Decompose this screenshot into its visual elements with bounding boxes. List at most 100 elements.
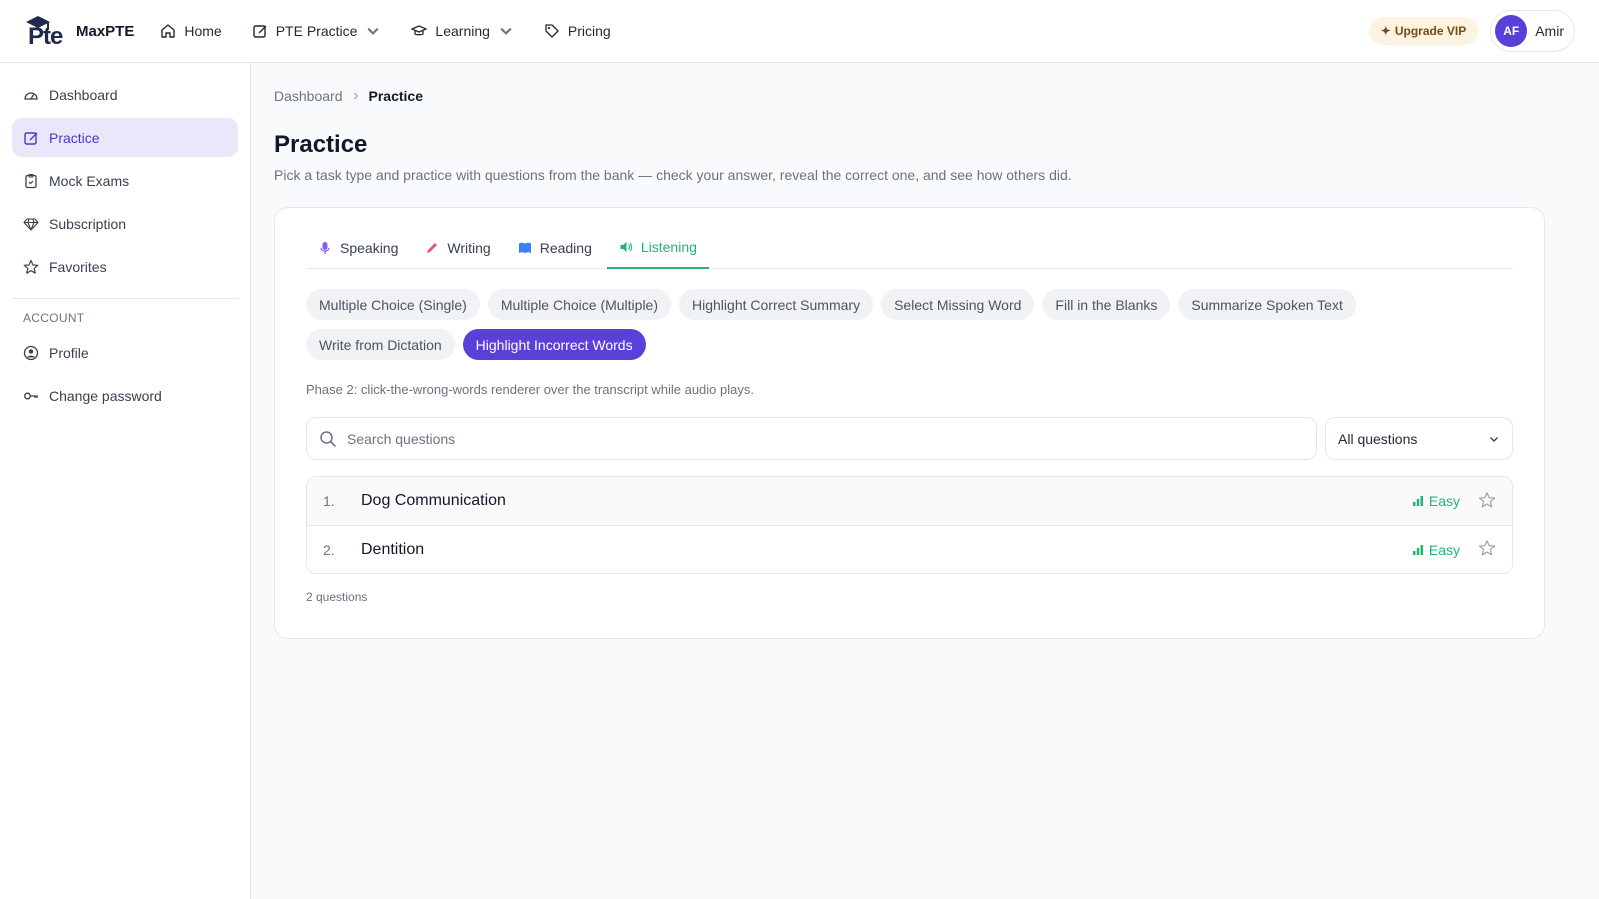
speaker-icon <box>620 241 632 252</box>
question-count: 2 questions <box>306 590 368 604</box>
chip-summarize-spoken-text[interactable]: Summarize Spoken Text <box>1178 289 1356 320</box>
home-icon <box>161 24 176 38</box>
breadcrumb: Dashboard Practice <box>274 87 1576 105</box>
difficulty-badge: Easy <box>1412 542 1460 558</box>
question-filter-select[interactable]: All questions <box>1325 417 1513 460</box>
star-icon <box>1478 540 1496 556</box>
brand-logo-text: Pte <box>28 23 63 50</box>
question-row[interactable]: 2. Dentition Easy <box>307 525 1512 573</box>
chip-select-missing-word[interactable]: Select Missing Word <box>881 289 1035 320</box>
nav-pricing[interactable]: Pricing <box>544 23 611 39</box>
user-menu[interactable]: AF Amir <box>1490 10 1575 52</box>
tag-icon <box>545 24 559 38</box>
signal-bars-icon <box>1412 544 1423 555</box>
main-content: Dashboard Practice Practice Pick a task … <box>251 63 1599 899</box>
brand-name: MaxPTE <box>76 22 135 40</box>
chevron-down-icon <box>367 27 379 35</box>
difficulty-label: Easy <box>1428 493 1460 509</box>
question-number: 2. <box>323 541 335 558</box>
sidebar-item-label: Mock Exams <box>49 172 130 189</box>
nav-home-label: Home <box>184 23 222 39</box>
sidebar-item-subscription[interactable]: Subscription <box>12 204 238 243</box>
sidebar-item-practice[interactable]: Practice <box>12 118 238 157</box>
search-box <box>306 417 1317 460</box>
user-name: Amir <box>1535 23 1564 39</box>
upgrade-vip-label: Upgrade VIP <box>1394 24 1467 38</box>
sidebar-item-label: Dashboard <box>49 86 118 103</box>
breadcrumb-current: Practice <box>368 88 423 104</box>
chip-highlight-incorrect-words[interactable]: Highlight Incorrect Words <box>462 329 646 360</box>
tab-listening[interactable]: Listening <box>606 226 709 269</box>
brand[interactable]: Pte MaxPTE <box>24 13 135 50</box>
breadcrumb-dashboard[interactable]: Dashboard <box>274 88 343 104</box>
sidebar-item-favorites[interactable]: Favorites <box>12 247 238 286</box>
book-icon <box>518 242 531 253</box>
signal-bars-icon <box>1412 496 1423 506</box>
chevron-right-icon <box>353 92 358 100</box>
nav-learning[interactable]: Learning <box>411 23 514 39</box>
difficulty-badge: Easy <box>1412 493 1460 509</box>
star-icon <box>1478 491 1496 507</box>
microphone-icon <box>320 241 330 254</box>
question-title: Dentition <box>361 540 425 558</box>
chip-write-from-dictation[interactable]: Write from Dictation <box>306 329 455 360</box>
chip-multiple-choice-single[interactable]: Multiple Choice (Single) <box>306 289 480 320</box>
edit-icon <box>24 131 38 145</box>
pencil-icon <box>427 242 438 253</box>
search-icon <box>320 430 336 447</box>
graduation-cap-icon <box>411 25 428 36</box>
avatar: AF <box>1495 15 1528 47</box>
nav-home[interactable]: Home <box>160 23 222 39</box>
sidebar-item-change-password[interactable]: Change password <box>12 376 238 415</box>
brand-logo: Pte <box>24 13 68 50</box>
chip-highlight-correct-summary[interactable]: Highlight Correct Summary <box>679 289 874 320</box>
question-number: 1. <box>323 493 335 509</box>
favorite-toggle[interactable] <box>1478 539 1496 560</box>
sidebar-item-label: Profile <box>49 344 89 361</box>
favorite-toggle[interactable] <box>1478 491 1496 512</box>
sidebar-item-dashboard[interactable]: Dashboard <box>12 75 238 114</box>
question-title: Dog Communication <box>361 492 506 509</box>
sidebar-section-account: ACCOUNT <box>23 311 85 325</box>
star-icon <box>23 259 39 274</box>
search-row: All questions <box>306 417 1513 460</box>
tab-label: Speaking <box>340 239 399 256</box>
chip-multiple-choice-multiple[interactable]: Multiple Choice (Multiple) <box>487 289 672 320</box>
phase-note: Phase 2: click-the-wrong-words renderer … <box>306 382 754 397</box>
practice-card: Speaking Writing Reading Listening Multi… <box>274 207 1545 639</box>
nav-pricing-label: Pricing <box>567 23 611 39</box>
section-tabs: Speaking Writing Reading Listening <box>306 226 1513 269</box>
question-filter-value: All questions <box>1338 430 1418 447</box>
task-type-chips: Multiple Choice (Single) Multiple Choice… <box>306 289 1506 360</box>
chevron-down-icon <box>500 27 512 35</box>
question-list: 1. Dog Communication Easy 2. Dentition E… <box>306 476 1513 574</box>
chip-fill-in-the-blanks[interactable]: Fill in the Blanks <box>1042 289 1171 320</box>
top-navbar: Pte MaxPTE Home PTE Practice Learning Pr… <box>0 0 1599 63</box>
upgrade-vip-button[interactable]: ✦ Upgrade VIP <box>1368 17 1479 45</box>
difficulty-label: Easy <box>1428 541 1460 558</box>
tab-label: Reading <box>539 239 592 256</box>
question-row[interactable]: 1. Dog Communication Easy <box>307 477 1512 525</box>
nav-pte-practice-label: PTE Practice <box>275 23 358 39</box>
key-icon <box>24 392 38 399</box>
tab-writing[interactable]: Writing <box>413 226 502 269</box>
dashboard-icon <box>24 91 38 100</box>
tab-reading[interactable]: Reading <box>506 226 604 269</box>
tab-label: Listening <box>640 238 697 255</box>
tab-label: Writing <box>447 239 491 256</box>
diamond-icon <box>23 217 39 231</box>
edit-icon <box>253 25 267 38</box>
tab-speaking[interactable]: Speaking <box>306 226 410 269</box>
sidebar-item-label: Subscription <box>49 215 127 232</box>
search-input[interactable] <box>347 430 1304 447</box>
sidebar: Dashboard Practice Mock Exams Subscripti… <box>0 63 251 899</box>
nav-pte-practice[interactable]: PTE Practice <box>252 23 382 39</box>
sidebar-item-label: Favorites <box>49 258 107 275</box>
sidebar-item-mock-exams[interactable]: Mock Exams <box>12 161 238 200</box>
page-title: Practice <box>274 131 368 158</box>
page-subtitle: Pick a task type and practice with quest… <box>274 167 1072 183</box>
user-circle-icon <box>23 345 39 360</box>
sidebar-item-profile[interactable]: Profile <box>12 333 238 372</box>
sidebar-divider <box>12 298 238 299</box>
nav-learning-label: Learning <box>435 23 490 39</box>
